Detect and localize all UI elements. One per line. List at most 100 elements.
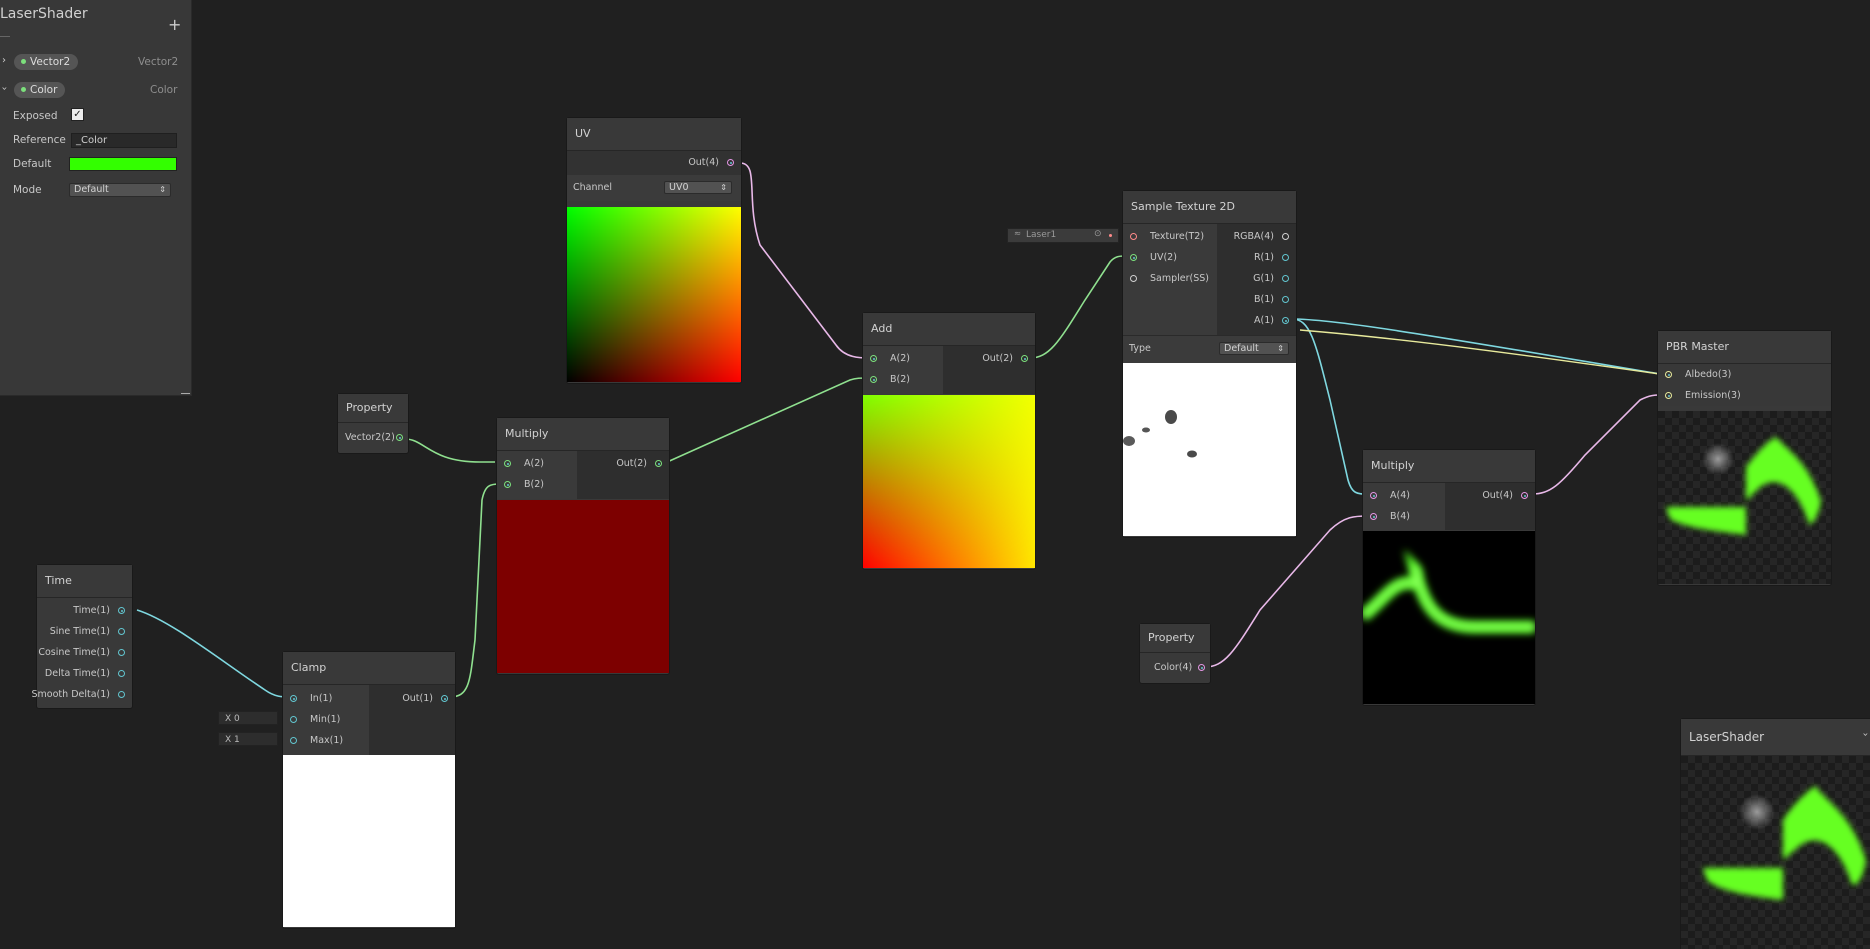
node-ports: A(2) B(2) Out(2) [497, 451, 669, 499]
port-in-b[interactable]: B(2) [504, 474, 564, 495]
port-out[interactable] [118, 684, 128, 705]
exposed-checkbox[interactable]: ✓ [71, 108, 84, 121]
port-dot [1521, 492, 1528, 499]
clamp-min-input[interactable]: X 0 [218, 711, 278, 725]
rgba-out-label: RGBA(4) [1233, 231, 1274, 242]
laser-glow [1359, 549, 1535, 633]
port-out[interactable] [118, 621, 128, 642]
time-node[interactable]: Time Time(1) Sine Time(1) Cosine Time(1)… [32, 564, 133, 709]
add-preview [863, 395, 1035, 568]
multiply-node-1[interactable]: Multiply A(2) B(2) Out(2) [496, 417, 670, 675]
sample-texture-2d-node[interactable]: Sample Texture 2D Texture(T2) UV(2) Samp… [1122, 190, 1297, 538]
port-in-b[interactable]: B(4) [1370, 506, 1430, 527]
port-dot [118, 607, 125, 614]
mode-label: Mode [13, 184, 42, 196]
texture-icon: ≈ [1014, 229, 1022, 239]
property-color-node[interactable]: Property Color(4) [1139, 623, 1211, 684]
port-max[interactable]: Max(1) [290, 730, 350, 751]
port-label: Albedo(3) [1685, 369, 1732, 380]
port-out[interactable] [1198, 657, 1208, 678]
clamp-out-label: Out(1) [402, 693, 433, 704]
port-out[interactable] [118, 642, 128, 663]
port-emission[interactable]: Emission(3) [1665, 385, 1765, 406]
port-out[interactable] [1282, 226, 1292, 247]
target-icon[interactable]: ⊙ [1094, 229, 1102, 239]
input-value: X 1 [225, 735, 240, 745]
b-out-label: B(1) [1254, 294, 1274, 305]
clamp-node[interactable]: Clamp In(1) Min(1) Max(1) Out(1) [282, 651, 456, 929]
property-vector2-node[interactable]: Property Vector2(2) [337, 393, 409, 454]
channel-value: UV0 [669, 182, 689, 193]
clamp-max-input[interactable]: X 1 [218, 732, 278, 746]
port-out[interactable] [1282, 268, 1292, 289]
chevron-down-icon[interactable]: › [0, 87, 10, 91]
port-sampler[interactable]: Sampler(SS) [1130, 268, 1210, 289]
port-out[interactable] [118, 600, 128, 621]
port-out[interactable] [1282, 289, 1292, 310]
port-label: Max(1) [310, 735, 344, 746]
chevron-right-icon[interactable]: › [2, 55, 6, 66]
port-out[interactable] [441, 688, 451, 709]
port-label: B(2) [890, 374, 910, 385]
channel-dropdown[interactable]: UV0 ⇕ [664, 181, 732, 194]
pbr-master-node[interactable]: PBR Master Albedo(3) Emission(3) [1657, 330, 1832, 586]
reference-field[interactable]: _Color [71, 133, 177, 148]
node-ports: Out(4) [567, 151, 741, 175]
port-dot [1370, 492, 1377, 499]
port-in[interactable]: In(1) [290, 688, 350, 709]
port-in-a[interactable]: A(2) [870, 348, 930, 369]
port-out[interactable] [118, 663, 128, 684]
port-texture[interactable]: Texture(T2) [1130, 226, 1210, 247]
port-label: Texture(T2) [1150, 231, 1205, 242]
port-dot [1282, 296, 1289, 303]
port-dot [870, 376, 877, 383]
node-title: Add [863, 313, 1035, 346]
uv-node[interactable]: UV Out(4) Channel UV0 ⇕ [566, 117, 742, 384]
port-label: A(4) [1390, 490, 1410, 501]
shader-graph-canvas[interactable]: LaserShader + › Vector2 Vector2 › Color … [0, 0, 1870, 949]
mode-dropdown[interactable]: Default ⇕ [69, 183, 171, 197]
add-node[interactable]: Add A(2) B(2) Out(2) [862, 312, 1036, 570]
channel-label: Channel [573, 182, 613, 193]
port-dot [1665, 392, 1672, 399]
port-dot [118, 691, 125, 698]
port-dot [290, 716, 297, 723]
property-type: Vector2 [138, 56, 179, 68]
port-out[interactable] [1282, 310, 1292, 331]
time-out-label: Time(1) [73, 605, 110, 616]
default-color-swatch[interactable] [69, 157, 177, 171]
vector2-out-label: Vector2(2) [345, 432, 395, 443]
port-in-a[interactable]: A(4) [1370, 485, 1430, 506]
preview-viewport[interactable] [1681, 756, 1870, 949]
chevron-updown-icon: ⇕ [720, 183, 727, 192]
type-dropdown[interactable]: Default ⇕ [1219, 342, 1289, 355]
chevron-down-icon[interactable]: › [1860, 733, 1870, 737]
port-out[interactable] [1021, 348, 1031, 369]
port-uv[interactable]: UV(2) [1130, 247, 1210, 268]
port-dot [1130, 275, 1137, 282]
port-min[interactable]: Min(1) [290, 709, 350, 730]
port-out[interactable] [1282, 247, 1292, 268]
connector-dot [1109, 234, 1112, 237]
property-color[interactable]: Color [14, 82, 66, 98]
port-out[interactable] [396, 427, 406, 448]
property-type: Color [150, 84, 178, 96]
port-dot [1021, 355, 1028, 362]
resize-handle[interactable] [181, 393, 190, 394]
port-dot [1198, 664, 1205, 671]
port-out[interactable] [727, 152, 737, 173]
port-in-a[interactable]: A(2) [504, 453, 564, 474]
port-in-b[interactable]: B(2) [870, 369, 930, 390]
port-dot [1282, 254, 1289, 261]
port-albedo[interactable]: Albedo(3) [1665, 364, 1765, 385]
port-out[interactable] [655, 453, 665, 474]
node-title: Sample Texture 2D [1123, 191, 1296, 224]
property-vector2[interactable]: Vector2 [14, 54, 79, 70]
main-preview-window[interactable]: LaserShader › [1680, 718, 1870, 949]
uv-preview [567, 207, 741, 382]
sine-time-label: Sine Time(1) [49, 626, 110, 637]
texture-asset-field[interactable]: ≈ Laser1 ⊙ [1007, 228, 1119, 243]
multiply-node-2[interactable]: Multiply A(4) B(4) Out(4) [1359, 449, 1536, 706]
plus-icon[interactable]: + [168, 15, 181, 34]
port-out[interactable] [1521, 485, 1531, 506]
